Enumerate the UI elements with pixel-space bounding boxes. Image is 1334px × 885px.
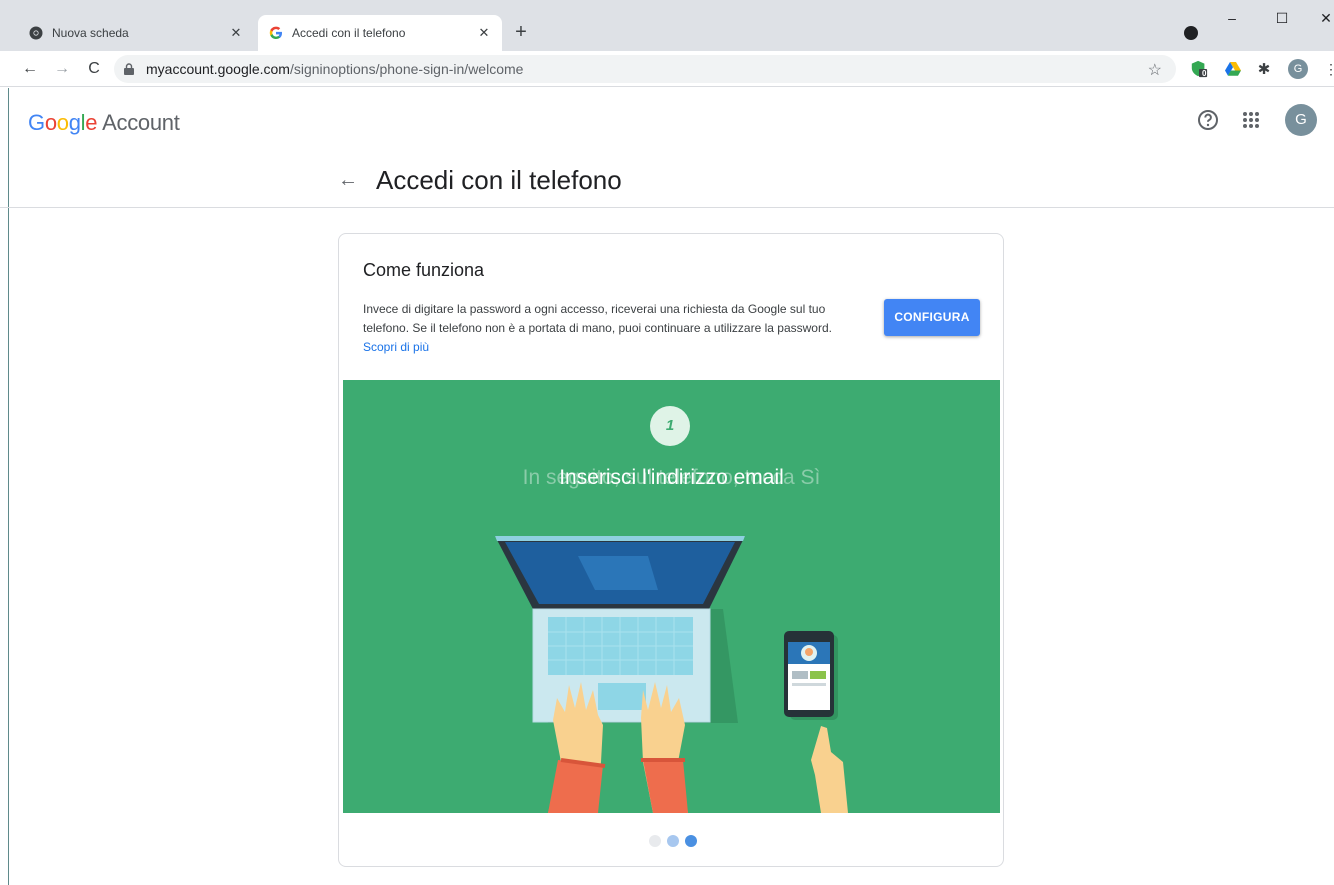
address-bar[interactable]: myaccount.google.com/signinoptions/phone… xyxy=(114,55,1176,83)
drive-icon[interactable] xyxy=(1224,60,1242,78)
minimize-icon[interactable]: – xyxy=(1212,4,1252,32)
back-icon[interactable]: ← xyxy=(18,57,42,81)
tab-title: Nuova scheda xyxy=(52,26,129,40)
tab-accedi-telefono[interactable]: Accedi con il telefono ✕ xyxy=(258,15,502,51)
page-title-row: ← Accedi con il telefono xyxy=(0,156,1334,208)
maximize-icon[interactable]: ☐ xyxy=(1262,4,1302,32)
chrome-icon xyxy=(28,25,44,41)
url-path: /signinoptions/phone-sign-in/welcome xyxy=(289,61,524,77)
illustration-slideshow: 1 In seguito, sul telefono, tocca Sì Ins… xyxy=(343,380,1000,813)
how-it-works-card: Come funziona Invece di digitare la pass… xyxy=(338,233,1004,867)
bookmark-star-icon[interactable]: ☆ xyxy=(1148,60,1162,80)
extension-badge: 0 xyxy=(1202,69,1207,78)
card-description: Invece di digitare la password a ogni ac… xyxy=(363,300,853,357)
apps-grid-icon[interactable] xyxy=(1239,108,1263,132)
extensions-puzzle-icon[interactable]: ✱ xyxy=(1255,60,1273,78)
browser-toolbar: ← → C myaccount.google.com/signinoptions… xyxy=(0,51,1334,87)
reload-icon[interactable]: C xyxy=(82,57,106,81)
google-account-logo[interactable]: Google Account xyxy=(28,110,180,136)
logo-letter: o xyxy=(44,110,57,135)
configure-button[interactable]: CONFIGURA xyxy=(884,299,980,336)
slide-dot-3[interactable] xyxy=(685,835,697,847)
tab-title: Accedi con il telefono xyxy=(292,26,406,40)
google-account-header: Google Account xyxy=(0,88,1334,156)
chrome-menu-icon[interactable]: ⋮ xyxy=(1322,60,1334,78)
slideshow-dots xyxy=(649,835,697,849)
logo-letter: G xyxy=(28,110,45,135)
learn-more-link[interactable]: Scopri di più xyxy=(363,340,429,354)
account-avatar[interactable]: G xyxy=(1285,104,1317,136)
plus-icon[interactable]: + xyxy=(509,21,533,45)
forward-icon[interactable]: → xyxy=(50,57,74,81)
url-host: myaccount.google.com xyxy=(146,61,290,77)
close-tab-icon[interactable]: ✕ xyxy=(228,25,244,41)
tab-new-tab[interactable]: Nuova scheda ✕ xyxy=(18,15,254,51)
close-window-icon[interactable]: ✕ xyxy=(1306,4,1334,32)
google-g-icon xyxy=(268,25,284,41)
help-icon[interactable] xyxy=(1196,108,1220,132)
logo-letter: o xyxy=(56,110,69,135)
step-text: Inserisci l'indirizzo email xyxy=(559,466,784,489)
card-title: Come funziona xyxy=(363,260,485,280)
back-arrow-icon[interactable]: ← xyxy=(336,168,360,192)
close-tab-icon[interactable]: ✕ xyxy=(476,25,492,41)
browser-tabstrip: Nuova scheda ✕ Accedi con il telefono ✕ … xyxy=(0,0,1334,51)
description-text: Invece di digitare la password a ogni ac… xyxy=(363,302,832,335)
slide-dot-1[interactable] xyxy=(649,835,661,847)
lock-icon xyxy=(124,62,136,76)
logo-product: Account xyxy=(102,110,180,135)
profile-avatar-icon[interactable]: G xyxy=(1288,59,1308,79)
step-number: 1 xyxy=(650,406,690,446)
logo-letter: g xyxy=(68,110,81,135)
page-title: Accedi con il telefono xyxy=(376,165,622,195)
logo-letter: e xyxy=(85,110,98,135)
tab-search-icon[interactable] xyxy=(1184,26,1198,40)
extension-shield-icon[interactable]: 0 xyxy=(1190,60,1208,78)
slide-dot-2[interactable] xyxy=(667,835,679,847)
